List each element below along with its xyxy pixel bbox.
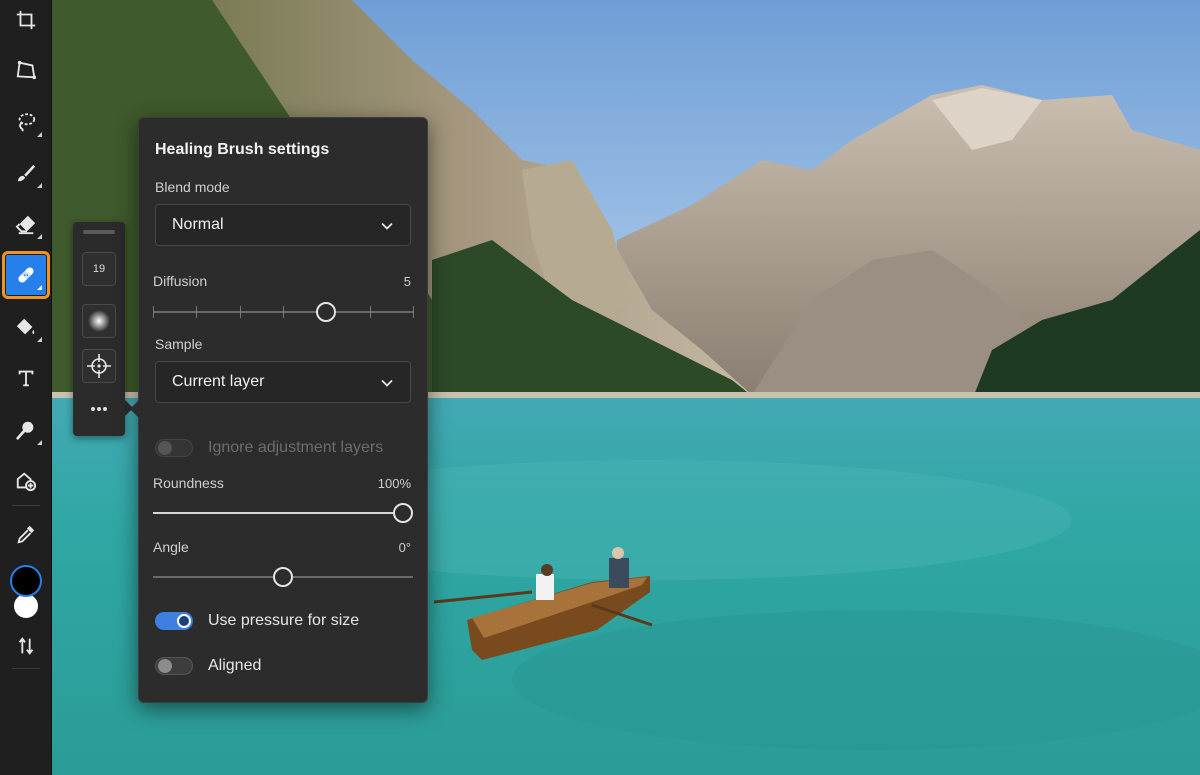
foreground-color-swatch[interactable] [10,565,42,597]
brush-size-value: 19 [92,263,106,275]
sample-label: Sample [155,336,203,352]
use-pressure-for-size-toggle[interactable] [155,612,193,630]
eraser-tool[interactable] [6,204,46,244]
slider-thumb[interactable] [316,302,337,322]
roundness-label: Roundness [153,475,224,491]
type-tool[interactable] [6,358,46,398]
angle-label: Angle [153,539,189,555]
brush-icon [17,164,36,182]
crosshair-icon [87,354,111,378]
diffusion-label: Diffusion [153,273,208,289]
place-image-tool[interactable] [6,461,46,501]
healing-brush-tool[interactable] [2,251,50,299]
blend-mode-value: Normal [172,216,224,233]
slider-tick [153,306,154,318]
brush-size-button[interactable]: 19 [82,252,116,286]
lasso-icon [18,113,36,132]
sample-value: Current layer [172,373,265,390]
submenu-indicator [37,440,42,445]
aligned-label: Aligned [208,657,262,674]
slider-tick [239,306,241,318]
slider-tick [196,306,198,318]
brush-options-strip: 19 [73,222,133,436]
toggle-knob [158,659,172,673]
slider-tick [369,306,371,318]
brush-tool[interactable] [6,153,46,193]
paint-bucket-tool[interactable] [6,307,46,347]
submenu-indicator [37,183,42,188]
diffusion-value: 5 [403,274,411,289]
use-pressure-for-size-label: Use pressure for size [208,612,360,629]
slider-tick [283,306,284,318]
slider-thumb[interactable] [393,503,413,523]
more-options-button[interactable] [87,402,111,416]
eyedropper-icon [17,525,35,544]
drag-handle[interactable] [83,230,115,234]
perspective-icon [16,60,37,80]
crop-tool[interactable] [6,0,46,40]
slider-fill [153,512,403,514]
eraser-icon [15,215,36,235]
lasso-tool[interactable] [6,102,46,142]
toggle-knob [177,614,191,628]
type-icon [18,370,34,387]
tools-toolbar [0,0,52,775]
sample-dropdown[interactable]: Current layer [155,361,411,403]
ellipsis-icon [91,407,107,411]
perspective-crop-tool[interactable] [6,50,46,90]
ignore-adjustment-layers-label: Ignore adjustment layers [208,439,384,456]
submenu-indicator [37,285,42,290]
aligned-toggle[interactable] [155,657,193,675]
magnifier-icon [16,421,34,440]
toolbar-divider [12,668,40,669]
crop-icon [16,10,36,30]
toolbar-divider [12,505,40,506]
submenu-indicator [37,234,42,239]
swap-arrows-icon [18,637,34,655]
chevron-down-icon [381,222,393,230]
blend-mode-label: Blend mode [155,179,230,195]
angle-value: 0° [398,540,411,555]
healing-brush-settings-popover: Healing Brush settings Blend mode Normal… [130,117,428,703]
slider-thumb[interactable] [273,567,293,587]
submenu-indicator [37,132,42,137]
angle-slider[interactable] [153,566,413,588]
paint-bucket-icon [16,318,35,335]
swap-colors-button[interactable] [6,626,46,666]
place-image-icon [16,472,37,492]
zoom-tool[interactable] [6,410,46,450]
brush-hardness-button[interactable] [82,304,116,338]
roundness-slider[interactable] [153,502,413,524]
ignore-adjustment-layers-toggle[interactable] [155,439,193,457]
chevron-down-icon [381,379,393,387]
source-point-button[interactable] [82,349,116,383]
toggle-knob [158,441,172,455]
popover-tail [130,400,139,418]
roundness-value: 100% [377,476,411,491]
diffusion-slider[interactable] [153,301,414,323]
slider-tick [413,306,414,318]
submenu-indicator [37,337,42,342]
healing-brush-icon [18,267,34,283]
eyedropper-tool[interactable] [6,514,46,554]
soft-brush-icon [88,310,110,332]
blend-mode-dropdown[interactable]: Normal [155,204,411,246]
panel-title: Healing Brush settings [155,141,330,158]
